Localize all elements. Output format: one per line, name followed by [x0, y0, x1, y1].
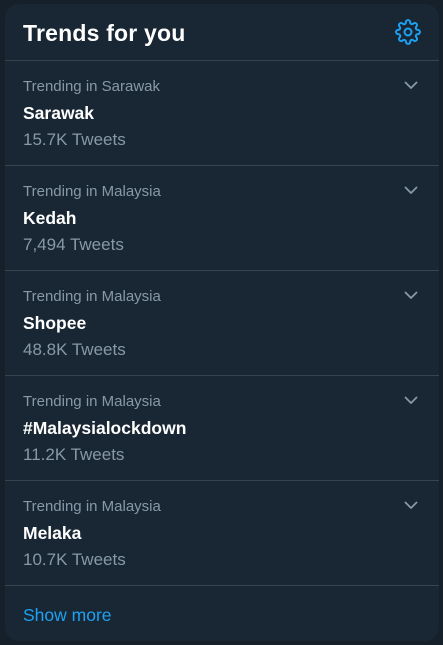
trend-item[interactable]: Trending in Sarawak Sarawak 15.7K Tweets: [5, 61, 439, 166]
trend-item[interactable]: Trending in Malaysia Kedah 7,494 Tweets: [5, 166, 439, 271]
trend-tweet-count: 15.7K Tweets: [23, 130, 126, 149]
gear-icon[interactable]: [395, 19, 421, 45]
trend-context: Trending in Malaysia: [23, 288, 161, 305]
trend-name: Kedah: [23, 208, 77, 228]
trend-item[interactable]: Trending in Malaysia #Malaysialockdown 1…: [5, 376, 439, 481]
trends-panel: Trends for you Trending in Sarawak Saraw…: [5, 4, 439, 641]
trends-title: Trends for you: [23, 20, 186, 46]
chevron-down-icon[interactable]: [403, 497, 419, 513]
trend-name: Sarawak: [23, 103, 95, 123]
trend-context: Trending in Sarawak: [23, 78, 161, 95]
trend-item[interactable]: Trending in Malaysia Shopee 48.8K Tweets: [5, 271, 439, 376]
trend-context: Trending in Malaysia: [23, 498, 161, 515]
chevron-down-icon[interactable]: [403, 77, 419, 93]
trend-context: Trending in Malaysia: [23, 393, 161, 410]
chevron-down-icon[interactable]: [403, 392, 419, 408]
show-more-link[interactable]: Show more: [23, 605, 112, 626]
chevron-down-icon[interactable]: [403, 287, 419, 303]
trends-header: Trends for you: [5, 4, 439, 61]
trend-tweet-count: 11.2K Tweets: [23, 445, 125, 464]
trend-name: #Malaysialockdown: [23, 418, 187, 438]
trend-tweet-count: 10.7K Tweets: [23, 550, 126, 569]
trend-context: Trending in Malaysia: [23, 183, 161, 200]
trend-item[interactable]: Trending in Malaysia Melaka 10.7K Tweets: [5, 481, 439, 586]
trend-name: Shopee: [23, 313, 87, 333]
trend-tweet-count: 7,494 Tweets: [23, 235, 124, 254]
trend-tweet-count: 48.8K Tweets: [23, 340, 126, 359]
trend-name: Melaka: [23, 523, 82, 543]
chevron-down-icon[interactable]: [403, 182, 419, 198]
